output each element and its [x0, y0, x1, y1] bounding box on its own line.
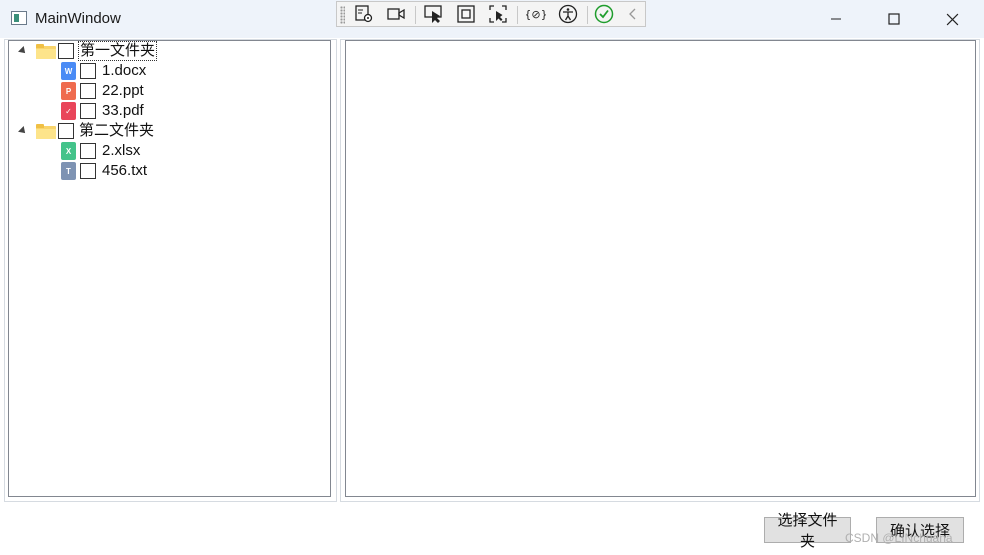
- watermark-text: CSDN @LINchuana: [845, 531, 953, 545]
- tree-file-row[interactable]: T 456.txt: [61, 161, 147, 181]
- collapse-toolbar-icon[interactable]: [622, 4, 644, 24]
- minimize-button[interactable]: [814, 6, 858, 32]
- file-checkbox[interactable]: [80, 103, 96, 119]
- file-type-icon: P: [61, 82, 76, 100]
- file-checkbox[interactable]: [80, 63, 96, 79]
- folder-icon: [36, 123, 56, 139]
- select-folder-button[interactable]: 选择文件夹: [764, 512, 851, 550]
- expand-arrow-icon[interactable]: [18, 46, 28, 56]
- folder-checkbox[interactable]: [58, 43, 74, 59]
- expand-arrow-icon[interactable]: [18, 126, 28, 136]
- video-camera-icon[interactable]: [385, 4, 407, 24]
- folder-label: 第一文件夹: [77, 41, 158, 61]
- file-label: 2.xlsx: [102, 142, 141, 159]
- toolbar-grip[interactable]: [340, 6, 345, 24]
- file-checkbox[interactable]: [80, 83, 96, 99]
- track-focus-icon[interactable]: [487, 4, 509, 24]
- tree-file-row[interactable]: W 1.docx: [61, 61, 146, 81]
- maximize-button[interactable]: [872, 6, 916, 32]
- window-title: MainWindow: [35, 10, 121, 27]
- file-type-icon: T: [61, 162, 76, 180]
- file-label: 1.docx: [102, 62, 147, 79]
- file-label: 456.txt: [102, 162, 148, 179]
- binding-failures-icon[interactable]: {⊘}: [525, 4, 547, 24]
- display-layout-adorners-icon[interactable]: [455, 4, 477, 24]
- app-window-icon: [11, 11, 27, 25]
- tree-file-row[interactable]: P 22.ppt: [61, 81, 144, 101]
- file-type-icon: W: [61, 62, 76, 80]
- folder-icon: [36, 43, 56, 59]
- file-checkbox[interactable]: [80, 143, 96, 159]
- folder-checkbox[interactable]: [58, 123, 74, 139]
- debug-toolbar: {⊘}: [336, 1, 646, 27]
- folder-label: 第二文件夹: [79, 122, 155, 139]
- file-type-icon: X: [61, 142, 76, 160]
- file-type-icon: ✓: [61, 102, 76, 120]
- svg-text:{⊘}: {⊘}: [526, 8, 546, 21]
- file-checkbox[interactable]: [80, 163, 96, 179]
- folder-tree-view[interactable]: 第一文件夹 W 1.docx P 22.ppt ✓ 33.pdf 第二文件夹 X 2.xlsx T 4…: [8, 40, 331, 497]
- accessibility-icon[interactable]: [557, 4, 579, 24]
- tree-file-row[interactable]: X 2.xlsx: [61, 141, 140, 161]
- live-visual-tree-icon[interactable]: [353, 4, 375, 24]
- tree-folder-row[interactable]: 第一文件夹: [9, 41, 158, 61]
- file-label: 33.pdf: [102, 102, 144, 119]
- preview-panel: [345, 40, 976, 497]
- close-button[interactable]: [930, 6, 974, 32]
- tree-folder-row[interactable]: 第二文件夹: [9, 121, 154, 141]
- tree-file-row[interactable]: ✓ 33.pdf: [61, 101, 144, 121]
- title-bar: MainWindow {⊘}: [0, 0, 984, 38]
- check-circle-icon[interactable]: [593, 4, 615, 24]
- select-element-icon[interactable]: [423, 4, 445, 24]
- file-label: 22.ppt: [102, 82, 144, 99]
